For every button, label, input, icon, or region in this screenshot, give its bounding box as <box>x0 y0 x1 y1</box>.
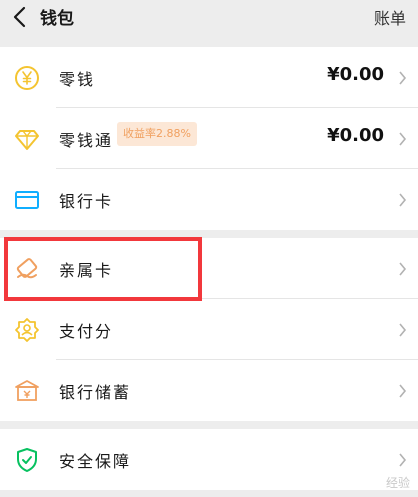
bank-card-row[interactable]: 银行卡 <box>0 169 418 230</box>
chevron-right-icon <box>399 384 407 398</box>
licaitong-amount: ¥0.00 <box>327 125 384 146</box>
change-label: 零钱 <box>59 70 96 89</box>
back-arrow-icon[interactable] <box>10 5 32 29</box>
wallet-group-balance: 零钱 ¥0.00 零钱通 收益率2.88% ¥0.00 银行卡 <box>0 47 418 230</box>
watermark: 经验 <box>385 476 410 490</box>
bill-link[interactable]: 账单 <box>374 5 406 29</box>
wallet-group-services: 亲属卡 支付分 银行储蓄 <box>0 238 418 421</box>
shield-check-icon <box>17 448 37 472</box>
security-row[interactable]: 安全保障 <box>0 429 418 490</box>
family-card-icon <box>16 258 38 279</box>
payscore-row[interactable]: 支付分 <box>0 299 418 360</box>
licaitong-label: 零钱通 <box>59 131 114 150</box>
licaitong-row[interactable]: 零钱通 收益率2.88% ¥0.00 <box>0 108 418 169</box>
bank-savings-label: 银行储蓄 <box>59 383 132 402</box>
family-card-label: 亲属卡 <box>59 261 114 280</box>
top-bar: 钱包 账单 <box>0 0 418 33</box>
diamond-icon <box>15 130 39 150</box>
security-label: 安全保障 <box>59 452 132 471</box>
chevron-right-icon <box>399 132 407 146</box>
payscore-badge-icon <box>15 318 39 342</box>
chevron-right-icon <box>399 71 407 85</box>
chevron-right-icon <box>399 262 407 276</box>
chevron-right-icon <box>399 323 407 337</box>
page-title: 钱包 <box>40 9 74 29</box>
family-card-row[interactable]: 亲属卡 <box>0 238 418 299</box>
chevron-right-icon <box>399 193 407 207</box>
wallet-group-security: 安全保障 <box>0 429 418 490</box>
chevron-right-icon <box>399 453 407 467</box>
yield-rate-badge: 收益率2.88% <box>117 122 197 146</box>
change-row[interactable]: 零钱 ¥0.00 <box>0 47 418 108</box>
bank-card-icon <box>15 191 39 209</box>
bank-card-label: 银行卡 <box>59 192 114 211</box>
yen-coin-icon <box>15 66 39 90</box>
bank-savings-row[interactable]: 银行储蓄 <box>0 360 418 421</box>
bank-building-icon <box>15 380 39 401</box>
change-amount: ¥0.00 <box>327 64 384 85</box>
payscore-label: 支付分 <box>59 322 114 341</box>
